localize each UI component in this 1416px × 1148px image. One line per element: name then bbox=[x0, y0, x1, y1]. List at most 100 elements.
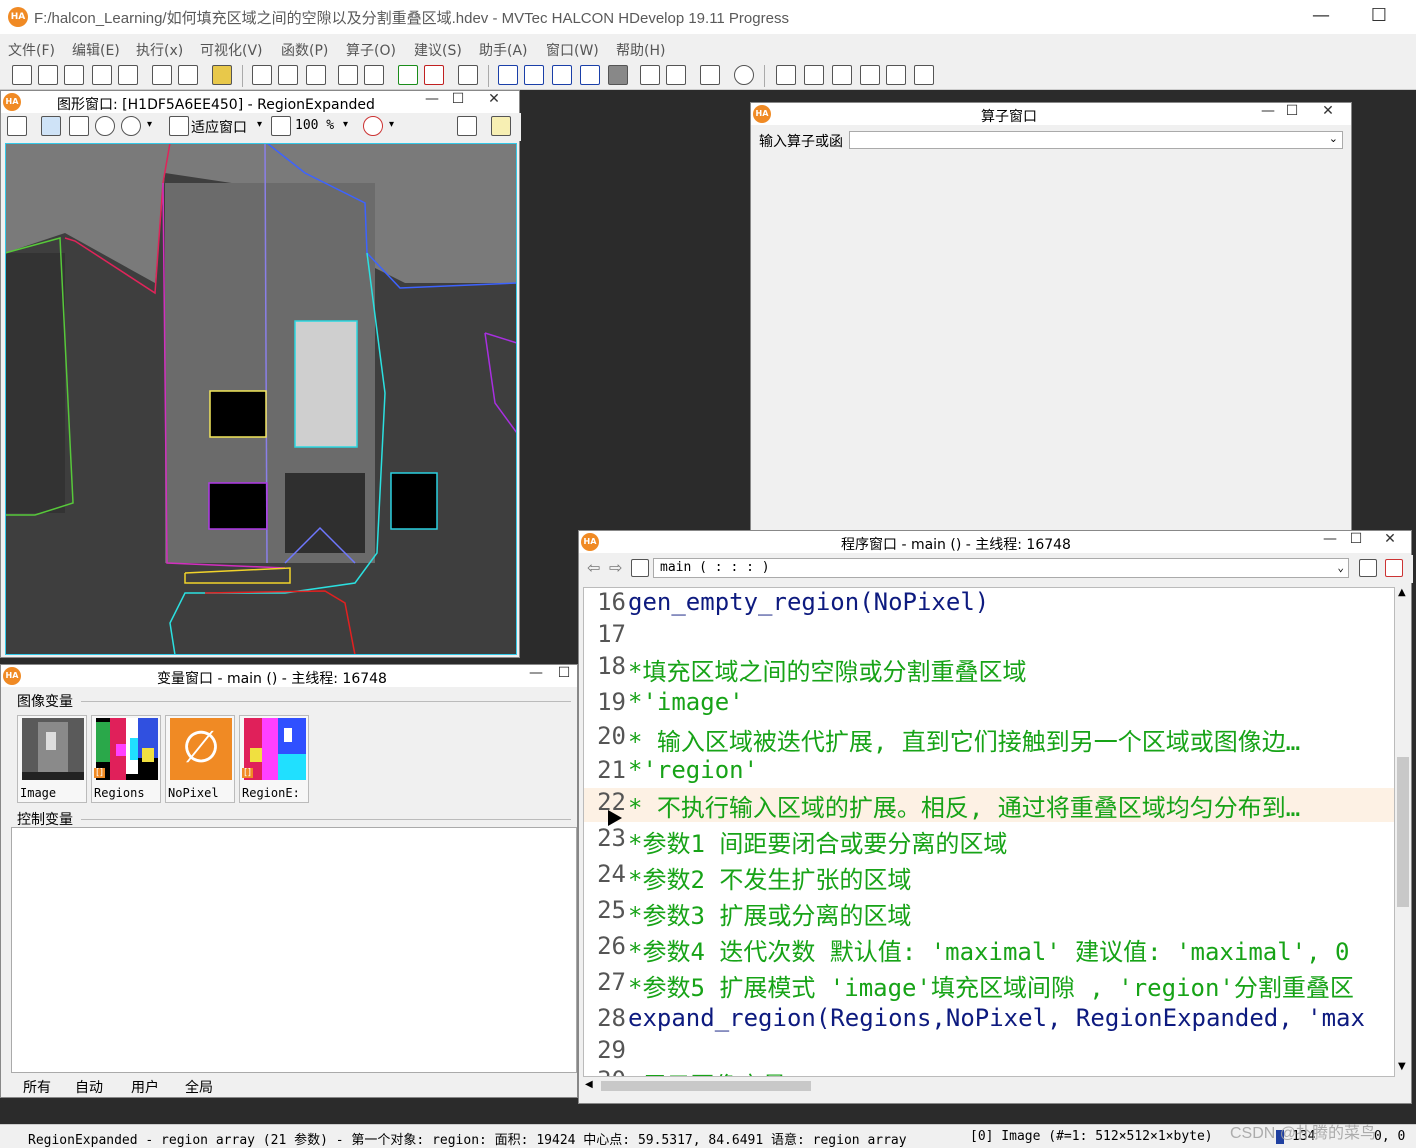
chevron-down-icon[interactable]: ▾ bbox=[343, 119, 348, 130]
code-line[interactable]: 16 gen_empty_region(NoPixel) bbox=[584, 588, 1394, 622]
menu-procedures[interactable]: 函数(P) bbox=[281, 40, 328, 60]
export-icon[interactable] bbox=[64, 65, 84, 85]
minimize-icon[interactable]: — bbox=[421, 91, 443, 107]
stop-icon[interactable] bbox=[608, 65, 628, 85]
gray-value-inspection-icon[interactable] bbox=[914, 65, 934, 85]
code-line[interactable]: 21 *'region' bbox=[584, 756, 1394, 790]
operator-search-input[interactable]: ⌄ bbox=[849, 131, 1343, 149]
image-acquisition-icon[interactable] bbox=[212, 65, 232, 85]
chevron-down-icon[interactable]: ▾ bbox=[147, 119, 152, 130]
menu-file[interactable]: 文件(F) bbox=[8, 40, 55, 60]
step-forward-icon[interactable] bbox=[524, 65, 544, 85]
variable-icon-nopixel[interactable]: ∅ NoPixel bbox=[165, 715, 235, 803]
code-line[interactable]: 28 expand_region(Regions,NoPixel, RegionE… bbox=[584, 1004, 1394, 1038]
code-line-current[interactable]: 22 * 不执行输入区域的扩展。相反, 通过将重叠区域均匀分布到… bbox=[584, 788, 1394, 822]
maximize-icon[interactable]: ☐ bbox=[1345, 531, 1367, 547]
compile-icon[interactable] bbox=[700, 65, 720, 85]
print-icon[interactable] bbox=[118, 65, 138, 85]
zoom-level-icon[interactable] bbox=[271, 116, 291, 136]
gray-histogram-icon[interactable] bbox=[804, 65, 824, 85]
zoom-window-icon[interactable] bbox=[776, 65, 796, 85]
code-line[interactable]: 26 *参数4 迭代次数 默认值: 'maximal' 建议值: 'maximal… bbox=[584, 932, 1394, 966]
tab-all[interactable]: 所有 bbox=[23, 1077, 51, 1097]
run-icon[interactable] bbox=[498, 65, 518, 85]
menu-visualize[interactable]: 可视化(V) bbox=[200, 40, 263, 60]
menu-suggestions[interactable]: 建议(S) bbox=[414, 40, 462, 60]
scroll-down-icon[interactable]: ▼ bbox=[1398, 1061, 1406, 1072]
maximize-icon[interactable]: ☐ bbox=[1356, 4, 1402, 30]
lightbulb-icon[interactable] bbox=[491, 116, 511, 136]
chevron-down-icon[interactable]: ⌄ bbox=[1337, 559, 1344, 577]
menu-help[interactable]: 帮助(H) bbox=[616, 40, 665, 60]
code-line[interactable]: 25 *参数3 扩展或分离的区域 bbox=[584, 896, 1394, 930]
code-line[interactable]: 19 *'image' bbox=[584, 688, 1394, 722]
menu-edit[interactable]: 编辑(E) bbox=[72, 40, 120, 60]
tab-user[interactable]: 用户 bbox=[131, 1077, 159, 1097]
code-line[interactable]: 29 bbox=[584, 1036, 1394, 1070]
line-profile-icon[interactable] bbox=[886, 65, 906, 85]
close-icon[interactable]: ✕ bbox=[1317, 103, 1339, 119]
maximize-icon[interactable]: ☐ bbox=[1281, 103, 1303, 119]
vertical-scrollbar[interactable]: ▲ ▼ bbox=[1395, 587, 1411, 1077]
paste-icon[interactable] bbox=[306, 65, 326, 85]
code-line[interactable]: 24 *参数2 不发生扩张的区域 bbox=[584, 860, 1394, 894]
open-file-icon[interactable] bbox=[38, 65, 58, 85]
close-icon[interactable]: ✕ bbox=[483, 91, 505, 107]
chevron-down-icon[interactable]: ▾ bbox=[257, 119, 262, 130]
step-over-procedure-icon[interactable] bbox=[552, 65, 572, 85]
color-palette-icon[interactable] bbox=[363, 116, 383, 136]
minimize-icon[interactable]: — bbox=[525, 665, 547, 681]
feature-histogram-icon[interactable] bbox=[832, 65, 852, 85]
code-line[interactable]: 18 *填充区域之间的空隙或分割重叠区域 bbox=[584, 652, 1394, 686]
save-icon[interactable] bbox=[92, 65, 112, 85]
control-variables-list[interactable] bbox=[11, 827, 577, 1073]
new-file-icon[interactable] bbox=[12, 65, 32, 85]
scroll-thumb[interactable] bbox=[601, 1081, 811, 1091]
cut-icon[interactable] bbox=[252, 65, 272, 85]
scroll-thumb[interactable] bbox=[1397, 757, 1409, 907]
minimize-icon[interactable]: — bbox=[1257, 103, 1279, 119]
back-arrow-icon[interactable]: ⇦ bbox=[587, 558, 600, 577]
variable-icon-regions[interactable]: [] Regions bbox=[91, 715, 161, 803]
region-inspect-icon[interactable] bbox=[457, 116, 477, 136]
code-line[interactable]: 27 *参数5 扩展模式 'image'填充区域间隙 , 'region'分割重叠… bbox=[584, 968, 1394, 1002]
menu-window[interactable]: 窗口(W) bbox=[546, 40, 599, 60]
code-line[interactable]: 17 bbox=[584, 620, 1394, 654]
pan-hand-icon[interactable] bbox=[69, 116, 89, 136]
profiler-icon[interactable] bbox=[734, 65, 754, 85]
copy-icon[interactable] bbox=[278, 65, 298, 85]
procedure-selector[interactable]: main ( : : : ) ⌄ bbox=[653, 558, 1349, 578]
feature-inspection-icon[interactable] bbox=[860, 65, 880, 85]
chevron-down-icon[interactable]: ⌄ bbox=[1329, 132, 1338, 145]
redo-icon[interactable] bbox=[364, 65, 384, 85]
menu-execute[interactable]: 执行(x) bbox=[136, 40, 183, 60]
minimize-icon[interactable]: — bbox=[1319, 531, 1341, 547]
undo-icon[interactable] bbox=[338, 65, 358, 85]
zoom-level[interactable]: 100 % bbox=[295, 118, 334, 133]
image-canvas[interactable] bbox=[5, 143, 517, 655]
fit-window-icon[interactable] bbox=[169, 116, 189, 136]
reset-icon[interactable] bbox=[666, 65, 686, 85]
scroll-left-icon[interactable]: ◀ bbox=[585, 1079, 593, 1090]
deactivate-icon[interactable] bbox=[424, 65, 444, 85]
menu-assistants[interactable]: 助手(A) bbox=[479, 40, 528, 60]
magnifier-icon[interactable] bbox=[95, 116, 115, 136]
zoom-in-icon[interactable] bbox=[121, 116, 141, 136]
tab-auto[interactable]: 自动 bbox=[75, 1077, 103, 1097]
pointer-icon[interactable] bbox=[41, 116, 61, 136]
program-editor[interactable]: 16 gen_empty_region(NoPixel) 17 18 *填充区域之间… bbox=[583, 587, 1395, 1077]
tab-global[interactable]: 全局 bbox=[185, 1077, 213, 1097]
step-over-icon[interactable] bbox=[178, 65, 198, 85]
chevron-down-icon[interactable]: ▾ bbox=[389, 119, 394, 130]
step-into-icon[interactable] bbox=[152, 65, 172, 85]
minimize-icon[interactable]: — bbox=[1298, 4, 1344, 30]
procedure-settings-icon[interactable] bbox=[1359, 559, 1377, 577]
variable-icon-regionexpanded[interactable]: [] RegionE: bbox=[239, 715, 309, 803]
activate-icon[interactable] bbox=[398, 65, 418, 85]
delete-procedure-icon[interactable] bbox=[1385, 559, 1403, 577]
menu-operators[interactable]: 算子(O) bbox=[346, 40, 396, 60]
maximize-icon[interactable]: ☐ bbox=[553, 665, 575, 681]
step-out-icon[interactable] bbox=[580, 65, 600, 85]
procedure-icon[interactable] bbox=[631, 559, 649, 577]
fit-window-label[interactable]: 适应窗口 bbox=[191, 117, 247, 137]
